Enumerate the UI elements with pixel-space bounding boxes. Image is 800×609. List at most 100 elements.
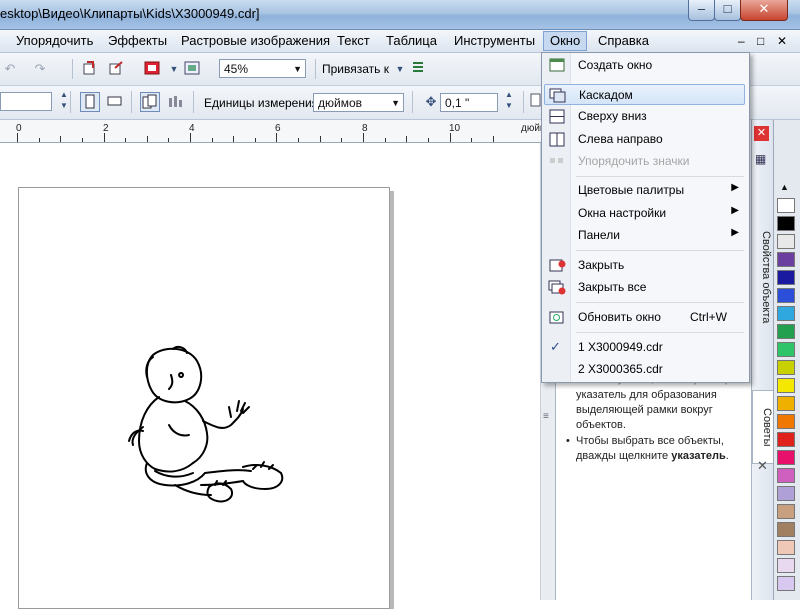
color-swatch[interactable] — [777, 432, 795, 447]
color-swatch[interactable] — [777, 216, 795, 231]
units-label: Единицы измерения: — [204, 96, 322, 110]
close-icon[interactable]: ✕ — [757, 458, 768, 474]
menu-item-tile-horizontal[interactable]: Сверху вниз — [544, 106, 745, 127]
undo-icon[interactable]: ↶ — [0, 59, 20, 79]
nudge-icon: ✥ — [425, 94, 437, 109]
current-page-icon[interactable] — [165, 92, 185, 112]
properties-icon: ▦ — [755, 152, 767, 166]
color-swatch[interactable] — [777, 342, 795, 357]
menu-item-toolbars[interactable]: Панели ▶ — [544, 225, 745, 246]
color-swatch[interactable] — [777, 504, 795, 519]
minimize-button[interactable]: – — [688, 0, 715, 21]
menu-separator — [576, 302, 744, 303]
paper-size-field[interactable] — [0, 92, 52, 111]
menu-item-close[interactable]: Закрыть — [544, 255, 745, 276]
color-swatch[interactable] — [777, 306, 795, 321]
nudge-value: 0,1 " — [445, 96, 470, 110]
nudge-distance-field[interactable]: 0,1 " — [440, 93, 498, 112]
color-swatch[interactable] — [777, 468, 795, 483]
color-swatch[interactable] — [777, 396, 795, 411]
menu-item-cascade[interactable]: Каскадом — [544, 84, 745, 105]
cascade-icon — [549, 88, 566, 103]
color-swatch[interactable] — [777, 558, 795, 573]
doc-minimize-button[interactable]: – — [738, 33, 745, 49]
menu-tools[interactable]: Инструменты — [454, 33, 535, 49]
import-icon[interactable] — [80, 59, 100, 79]
portrait-icon[interactable] — [80, 92, 100, 112]
tip-line: объектов. — [576, 419, 626, 431]
menu-bitmaps[interactable]: Растровые изображения — [181, 33, 330, 49]
menu-effects[interactable]: Эффекты — [108, 33, 167, 49]
window-title: esktop\Видео\Клипарты\Kids\X3000949.cdr] — [0, 6, 260, 21]
menu-item-document-1[interactable]: ✓ 1 X3000949.cdr — [544, 337, 745, 358]
color-swatch[interactable] — [777, 414, 795, 429]
menu-separator — [576, 176, 744, 177]
publish-pdf-icon[interactable] — [142, 59, 162, 79]
shortcut-label: Ctrl+W — [690, 310, 727, 324]
page-view-icon[interactable] — [182, 59, 202, 79]
bullet-icon: • — [566, 435, 570, 447]
spinner-down-icon[interactable]: ▼ — [54, 100, 74, 120]
scroll-grip-icon[interactable]: ≡ — [543, 411, 549, 422]
landscape-icon[interactable] — [105, 92, 125, 112]
menu-item-document-2[interactable]: 2 X3000365.cdr — [544, 359, 745, 380]
menu-table[interactable]: Таблица — [386, 33, 437, 49]
color-swatch[interactable] — [777, 288, 795, 303]
tip-line: Чтобы выбрать все объекты, — [576, 435, 724, 447]
color-swatch[interactable] — [777, 252, 795, 267]
menu-item-new-window[interactable]: Создать окно — [544, 55, 745, 76]
redo-icon[interactable]: ↷ — [30, 59, 50, 79]
baby-clipart[interactable] — [125, 345, 295, 505]
color-swatch[interactable] — [777, 576, 795, 591]
menu-item-refresh-window[interactable]: Обновить окно Ctrl+W — [544, 307, 745, 328]
menu-item-tile-vertical[interactable]: Слева направо — [544, 129, 745, 150]
menu-help[interactable]: Справка — [598, 33, 649, 49]
menu-arrange[interactable]: Упорядочить — [16, 33, 93, 49]
zoom-value: 45% — [224, 62, 249, 76]
menu-item-color-palettes[interactable]: Цветовые палитры ▶ — [544, 180, 745, 201]
close-icon[interactable]: ✕ — [754, 126, 769, 141]
refresh-window-icon — [549, 311, 564, 324]
chevron-down-icon[interactable]: ▼ — [164, 59, 184, 79]
menu-item-arrange-icons: Упорядочить значки — [544, 151, 745, 172]
close-window-button[interactable]: ✕ — [740, 0, 788, 21]
units-select[interactable]: дюймов ▼ — [313, 93, 404, 112]
arrange-icons-icon — [550, 158, 563, 163]
color-swatch[interactable] — [777, 198, 795, 213]
toolbar-separator — [131, 91, 132, 113]
color-swatch[interactable] — [777, 540, 795, 555]
color-swatch[interactable] — [777, 486, 795, 501]
color-swatch[interactable] — [777, 234, 795, 249]
export-icon[interactable] — [106, 59, 126, 79]
color-swatch[interactable] — [777, 360, 795, 375]
tab-tips[interactable]: Советы — [752, 390, 774, 464]
close-all-icon — [548, 280, 566, 295]
color-swatch[interactable] — [777, 450, 795, 465]
tile-horizontal-icon — [549, 109, 565, 124]
toolbar-separator — [193, 91, 194, 113]
title-bar: esktop\Видео\Клипарты\Kids\X3000949.cdr]… — [0, 0, 800, 30]
color-swatch[interactable] — [777, 324, 795, 339]
menu-item-close-all[interactable]: Закрыть все — [544, 277, 745, 298]
spinner-down-icon[interactable]: ▼ — [499, 100, 519, 120]
chevron-up-icon[interactable]: ▲ — [780, 182, 789, 192]
color-swatch[interactable] — [777, 378, 795, 393]
doc-close-button[interactable]: ✕ — [777, 33, 787, 49]
tip-line: указатель для образования — [576, 389, 717, 401]
maximize-button[interactable]: □ — [714, 0, 741, 21]
color-swatch[interactable] — [777, 522, 795, 537]
snap-to-button[interactable]: Привязать к — [322, 61, 389, 77]
tab-object-properties[interactable]: Свойства объекта — [752, 170, 772, 385]
menu-window[interactable]: Окно — [543, 31, 588, 51]
all-pages-icon[interactable] — [140, 92, 160, 112]
menu-item-dockers[interactable]: Окна настройки ▶ — [544, 203, 745, 224]
color-swatch[interactable] — [777, 270, 795, 285]
chevron-down-icon[interactable]: ▼ — [390, 59, 410, 79]
window-menu-dropdown: Создать окно Каскадом Сверху вниз Слева … — [541, 52, 750, 383]
menu-separator — [576, 332, 744, 333]
options-icon[interactable] — [408, 59, 428, 79]
doc-restore-button[interactable]: □ — [757, 33, 764, 49]
zoom-select[interactable]: 45% ▼ — [219, 59, 306, 78]
menu-text[interactable]: Текст — [337, 33, 370, 49]
toolbar-separator — [70, 91, 71, 113]
